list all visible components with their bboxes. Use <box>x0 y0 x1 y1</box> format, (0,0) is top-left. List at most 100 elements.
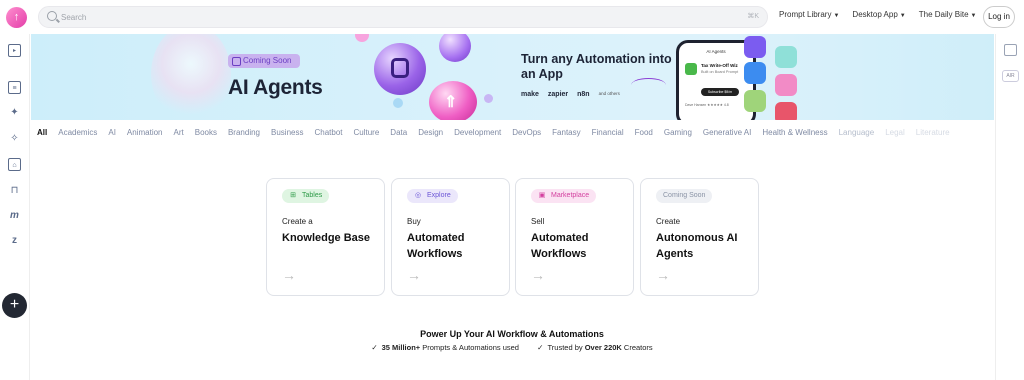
arrow-right-icon: → <box>282 267 296 283</box>
category-health-wellness[interactable]: Health & Wellness <box>762 128 827 137</box>
category-fantasy[interactable]: Fantasy <box>552 128 580 137</box>
phone-app-sub: Built on Board Prompt <box>701 70 739 74</box>
phone-rating: Dave Hansen ★★★★★ 4.8 <box>685 103 729 107</box>
card-knowledge-base[interactable]: ⊞ Tables Create a Knowledge Base → <box>266 178 385 296</box>
card-object: Automated Workflows <box>407 232 465 260</box>
card-object: Knowledge Base <box>282 232 371 244</box>
card-verb: Buy <box>407 217 421 226</box>
dot-decoration <box>355 34 369 42</box>
banner-headline: Turn any Automation into an App <box>521 52 672 81</box>
category-generative-ai[interactable]: Generative AI <box>703 128 751 137</box>
app-glyph-icon <box>391 58 409 78</box>
panel-toggle-icon[interactable] <box>1004 44 1017 56</box>
store-icon: ▣ <box>538 192 546 199</box>
category-branding[interactable]: Branding <box>228 128 260 137</box>
category-language[interactable]: Language <box>839 128 875 137</box>
category-bar: All Academics AI Animation Art Books Branding B… <box>31 120 994 144</box>
expand-sidebar-icon[interactable]: ▸ <box>8 44 21 57</box>
category-chatbot[interactable]: Chatbot <box>314 128 342 137</box>
phone-header: AI Agents <box>706 49 726 54</box>
arrow-right-icon: → <box>531 267 545 283</box>
promo-banner[interactable]: Coming Soon AI Agents ⇑ Turn any Automat… <box>31 34 994 120</box>
lock-icon[interactable]: ⊓ <box>8 184 21 197</box>
chevron-down-icon: ▼ <box>833 13 840 19</box>
nav-label: Prompt Library <box>779 10 832 19</box>
category-ai[interactable]: AI <box>108 128 116 137</box>
check-icon: ✓ <box>371 343 378 352</box>
phone-subscribe-button: Subscribe $9/m <box>701 88 739 96</box>
category-gaming[interactable]: Gaming <box>664 128 692 137</box>
card-verb: Create a <box>282 217 313 226</box>
nav-desktop-app[interactable]: Desktop App ▼ <box>852 10 905 19</box>
badge-label: Marketplace <box>551 192 590 199</box>
badge-label: Tables <box>302 192 323 199</box>
category-development[interactable]: Development <box>454 128 501 137</box>
top-bar: ↑ ⌘K Prompt Library▼ Desktop App▼ The Da… <box>0 0 1024 34</box>
category-books[interactable]: Books <box>195 128 217 137</box>
category-all[interactable]: All <box>37 128 47 137</box>
nav-daily-bite[interactable]: The Daily Bite ▼ <box>919 10 977 19</box>
category-data[interactable]: Data <box>390 128 407 137</box>
coming-soon-badge: Coming Soon <box>656 189 713 203</box>
stat2-text: Creators <box>621 343 653 352</box>
search-bar[interactable]: ⌘K <box>38 6 768 28</box>
logo[interactable]: ↑ <box>6 7 27 28</box>
app-tile-icon <box>775 46 797 68</box>
category-culture[interactable]: Culture <box>354 128 380 137</box>
category-academics[interactable]: Academics <box>58 128 97 137</box>
category-art[interactable]: Art <box>174 128 184 137</box>
card-object: Autonomous AI Agents <box>656 232 738 260</box>
category-food[interactable]: Food <box>635 128 653 137</box>
badge-label: Explore <box>427 192 451 199</box>
check-icon: ✓ <box>537 343 544 352</box>
others-label: and others <box>598 91 620 96</box>
category-literature[interactable]: Literature <box>916 128 950 137</box>
nav-label: The Daily Bite <box>918 10 969 19</box>
category-legal[interactable]: Legal <box>885 128 905 137</box>
search-shortcut: ⌘K <box>747 13 759 20</box>
add-button[interactable]: + <box>2 293 27 318</box>
arrow-right-icon: → <box>656 267 670 283</box>
app-tile-icon <box>744 90 766 112</box>
category-devops[interactable]: DevOps <box>512 128 541 137</box>
n8n-logo: n8n <box>577 91 590 98</box>
image-icon[interactable]: ⌂ <box>8 158 21 171</box>
brand-logos: make zapier n8n and others <box>521 91 620 98</box>
banner-title: AI Agents <box>228 76 323 99</box>
air-tag[interactable]: AIR <box>1002 70 1019 82</box>
category-design[interactable]: Design <box>418 128 443 137</box>
make-logo: make <box>521 91 539 98</box>
category-financial[interactable]: Financial <box>592 128 624 137</box>
login-button[interactable]: Log in <box>983 6 1015 28</box>
glow-decoration <box>151 34 231 120</box>
card-verb: Sell <box>531 217 545 226</box>
star-icon[interactable]: ✧ <box>8 132 21 145</box>
nav-prompt-library[interactable]: Prompt Library ▼ <box>779 10 839 19</box>
nav-label: Desktop App <box>852 10 898 19</box>
coming-soon-pill: Coming Soon <box>228 54 300 68</box>
make-icon[interactable]: m <box>8 209 21 222</box>
table-icon: ⊞ <box>290 192 296 199</box>
search-icon <box>47 11 57 21</box>
chevron-down-icon: ▼ <box>970 13 977 19</box>
card-verb: Create <box>656 217 681 226</box>
card-buy-workflows[interactable]: ◎ Explore Buy Automated Workflows → <box>391 178 510 296</box>
card-ai-agents[interactable]: Coming Soon Create Autonomous AI Agents … <box>640 178 759 296</box>
card-sell-workflows[interactable]: ▣ Marketplace Sell Automated Workflows → <box>515 178 634 296</box>
stat1-value: 35 Million+ <box>381 343 421 352</box>
stat2-value: Over 220K <box>584 343 622 352</box>
footer-stats: ✓ 35 Million+ Prompts & Automations used … <box>0 343 1024 352</box>
app-tile-icon <box>775 102 797 120</box>
zapier-icon[interactable]: z <box>8 234 21 247</box>
search-input[interactable] <box>61 7 741 27</box>
arrow-right-icon: → <box>407 267 421 283</box>
phone-app-name: Tax Write-Off Wiz <box>701 63 738 68</box>
curved-arrow-icon <box>631 78 666 92</box>
chevron-down-icon: ▼ <box>899 13 906 19</box>
compass-icon: ◎ <box>414 192 422 199</box>
category-business[interactable]: Business <box>271 128 303 137</box>
category-animation[interactable]: Animation <box>127 128 163 137</box>
orb-decoration <box>439 34 471 62</box>
book-icon[interactable]: ≡ <box>8 81 21 94</box>
sparkle-icon[interactable]: ✦ <box>8 106 21 119</box>
